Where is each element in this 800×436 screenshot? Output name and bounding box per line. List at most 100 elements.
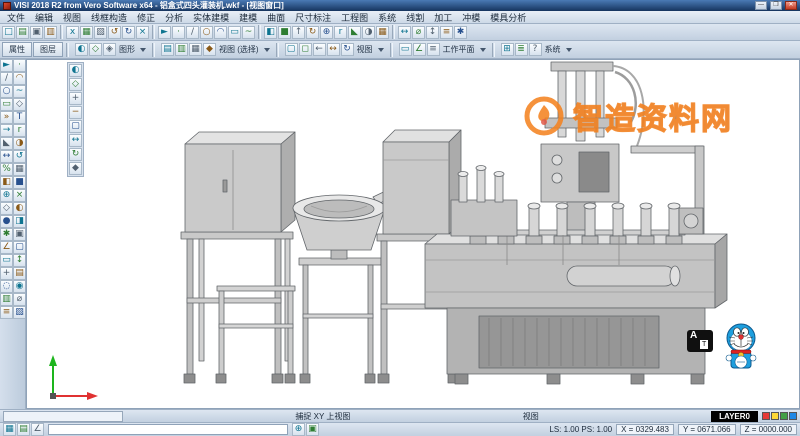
zoom-previous-icon[interactable]: ←: [313, 43, 326, 56]
menu-item[interactable]: 修正: [132, 11, 160, 24]
pan-view-icon[interactable]: ↔: [327, 43, 340, 56]
explode-icon[interactable]: ✱: [0, 228, 13, 241]
group-workplane-label[interactable]: 工作平面: [443, 44, 475, 55]
menu-item[interactable]: 曲面: [262, 11, 290, 24]
command-input[interactable]: [48, 424, 288, 435]
snap-grid-icon[interactable]: ▦: [3, 423, 16, 436]
settings-icon[interactable]: ✱: [454, 26, 467, 39]
constraint-icon[interactable]: ∠: [0, 241, 13, 254]
chevron-down-icon[interactable]: [566, 48, 572, 52]
surface-icon[interactable]: ◧: [0, 176, 13, 189]
shading-icon[interactable]: ◐: [69, 64, 82, 77]
workplane-xy-icon[interactable]: ▭: [399, 43, 412, 56]
maximize-button[interactable]: ❐: [770, 1, 782, 10]
ucs-icon[interactable]: ⊕: [292, 423, 305, 436]
layers-icon[interactable]: ≡: [440, 26, 453, 39]
chamfer-icon[interactable]: ◣: [348, 26, 361, 39]
mirror-icon[interactable]: ◑: [362, 26, 375, 39]
shaded-view-icon[interactable]: ◐: [75, 43, 88, 56]
macro-icon[interactable]: ≣: [515, 43, 528, 56]
group-graphics-label[interactable]: 图形: [119, 44, 135, 55]
extrude-icon[interactable]: ↑: [292, 26, 305, 39]
rotate-view-icon[interactable]: ↻: [341, 43, 354, 56]
offset-icon[interactable]: »: [0, 111, 13, 124]
cut-icon[interactable]: x: [66, 26, 79, 39]
group-system-label[interactable]: 系统: [545, 44, 561, 55]
surface-icon[interactable]: ◧: [264, 26, 277, 39]
wireframe-3d-icon[interactable]: ◇: [0, 202, 13, 215]
fillet-icon[interactable]: r: [13, 124, 26, 137]
boolean-icon[interactable]: ⊕: [320, 26, 333, 39]
move-icon[interactable]: ↔: [398, 26, 411, 39]
discharge-cylinder[interactable]: [567, 266, 680, 286]
line-icon[interactable]: /: [0, 72, 13, 85]
zoom-fit-icon[interactable]: ▢: [69, 120, 82, 133]
point-icon[interactable]: ·: [13, 59, 26, 72]
shade-icon[interactable]: ◐: [13, 202, 26, 215]
lock-settings-icon[interactable]: ▣: [306, 423, 319, 436]
workplane-align-icon[interactable]: ≡: [427, 43, 440, 56]
new-file-icon[interactable]: □: [2, 26, 15, 39]
close-button[interactable]: ✕: [785, 1, 797, 10]
arc-icon[interactable]: ◠: [13, 72, 26, 85]
redo-icon[interactable]: ↻: [122, 26, 135, 39]
group-view-select-label[interactable]: 视图 (选择): [219, 44, 259, 55]
sketch-icon[interactable]: ▢: [13, 241, 26, 254]
chevron-down-icon[interactable]: [480, 48, 486, 52]
layers-icon[interactable]: ≡: [0, 306, 13, 319]
solid-icon[interactable]: ■: [278, 26, 291, 39]
left-cabinet[interactable]: [181, 132, 295, 383]
iso-view-icon[interactable]: ◆: [203, 43, 216, 56]
point-icon[interactable]: ·: [172, 26, 185, 39]
chevron-down-icon[interactable]: [378, 48, 384, 52]
menu-item[interactable]: 线割: [401, 11, 429, 24]
array-icon[interactable]: ▦: [376, 26, 389, 39]
zoom-all-icon[interactable]: ▢: [285, 43, 298, 56]
properties-icon[interactable]: ▧: [13, 306, 26, 319]
arc-icon[interactable]: ◠: [214, 26, 227, 39]
menu-item[interactable]: 视图: [58, 11, 86, 24]
menu-item[interactable]: 冲模: [457, 11, 485, 24]
machine-3d-model[interactable]: [27, 60, 800, 409]
boolean-icon[interactable]: ⊕: [0, 189, 13, 202]
scale-icon[interactable]: %: [0, 163, 13, 176]
wireframe-view-icon[interactable]: ◇: [89, 43, 102, 56]
move-icon[interactable]: ↔: [0, 150, 13, 163]
viewport-3d[interactable]: ◐◇+−▢↔↻◆ 智造资料网 A T: [26, 59, 800, 409]
rectangle-icon[interactable]: ▭: [0, 98, 13, 111]
side-view-icon[interactable]: ▦: [189, 43, 202, 56]
menu-item[interactable]: 分析: [160, 11, 188, 24]
menu-item[interactable]: 实体建模: [188, 11, 234, 24]
curve-icon[interactable]: ~: [242, 26, 255, 39]
group-view-label[interactable]: 视图: [357, 44, 373, 55]
minimize-button[interactable]: —: [755, 1, 767, 10]
iso-view-icon[interactable]: ◆: [69, 162, 82, 175]
fillet-icon[interactable]: r: [334, 26, 347, 39]
group-icon[interactable]: ▤: [13, 267, 26, 280]
menu-item[interactable]: 尺寸标注: [290, 11, 336, 24]
tab-properties[interactable]: 属性: [2, 42, 32, 57]
assembly-icon[interactable]: ▣: [13, 228, 26, 241]
circle-icon[interactable]: ○: [200, 26, 213, 39]
axis-icon[interactable]: ↕: [13, 254, 26, 267]
menu-item[interactable]: 建模: [234, 11, 262, 24]
menu-item[interactable]: 系统: [373, 11, 401, 24]
measure-icon[interactable]: ⌀: [13, 293, 26, 306]
select-icon[interactable]: ►: [158, 26, 171, 39]
chamfer-icon[interactable]: ◣: [0, 137, 13, 150]
rectangle-icon[interactable]: ▭: [228, 26, 241, 39]
dimension-icon[interactable]: ↕: [426, 26, 439, 39]
menu-item[interactable]: 线框构造: [86, 11, 132, 24]
view-status-text[interactable]: 视图: [523, 411, 539, 422]
extend-icon[interactable]: →: [0, 124, 13, 137]
paste-icon[interactable]: ▧: [94, 26, 107, 39]
help-icon[interactable]: ?: [529, 43, 542, 56]
orbit-icon[interactable]: ↻: [69, 148, 82, 161]
menu-item[interactable]: 编辑: [30, 11, 58, 24]
chevron-down-icon[interactable]: [264, 48, 270, 52]
hide-icon[interactable]: ◌: [0, 280, 13, 293]
print-icon[interactable]: ▥: [44, 26, 57, 39]
lock-icon[interactable]: ▥: [0, 293, 13, 306]
rotate-icon[interactable]: ↺: [13, 150, 26, 163]
menu-item[interactable]: 工程图: [336, 11, 373, 24]
